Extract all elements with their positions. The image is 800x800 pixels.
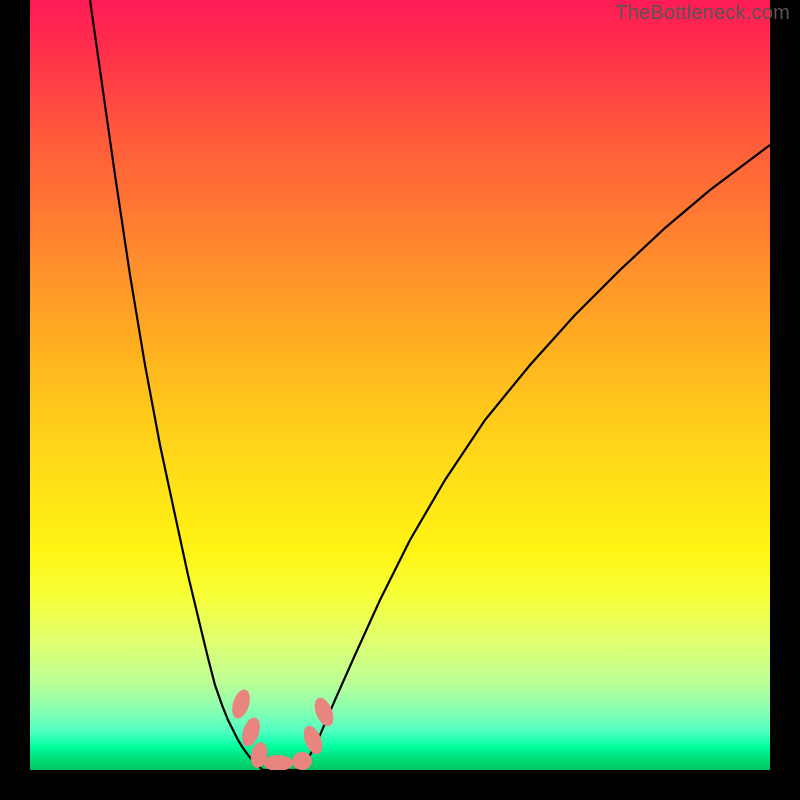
source-watermark: TheBottleneck.com (615, 2, 790, 25)
valley-marker (263, 755, 293, 770)
valley-marker (292, 752, 312, 770)
curve-layer (30, 0, 770, 770)
valley-marker (229, 687, 253, 720)
curve-left-branch (90, 0, 263, 770)
curve-right-branch (302, 145, 770, 770)
gradient-plot-area (30, 0, 770, 770)
valley-marker (311, 695, 337, 729)
valley-markers (229, 687, 337, 770)
